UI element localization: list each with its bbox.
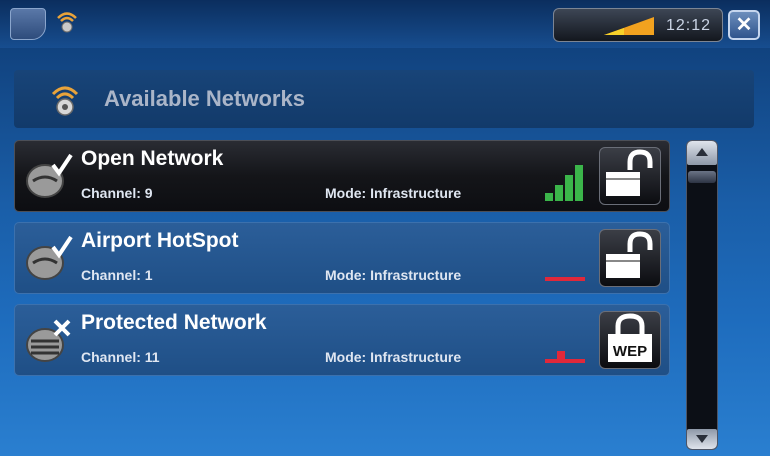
- wifi-icon: [50, 84, 80, 123]
- wep-lock-icon[interactable]: WEP: [599, 311, 661, 369]
- app-menu-button[interactable]: [10, 8, 46, 40]
- network-channel: Channel: 1: [81, 267, 153, 283]
- top-bar: 12:12 ✕: [0, 0, 770, 48]
- network-row-airport-hotspot[interactable]: Airport HotSpot Channel: 1 Mode: Infrast…: [14, 222, 670, 294]
- network-row-protected-network[interactable]: Protected Network Channel: 11 Mode: Infr…: [14, 304, 670, 376]
- close-icon: ✕: [735, 14, 753, 36]
- signal-strength-icon: [543, 161, 589, 206]
- network-name: Open Network: [81, 147, 224, 170]
- wifi-network-icon: [23, 315, 75, 370]
- close-button[interactable]: ✕: [728, 10, 760, 40]
- wifi-network-icon: [23, 233, 75, 288]
- wep-label: WEP: [613, 343, 647, 360]
- network-channel: Channel: 11: [81, 349, 160, 365]
- scroll-down-button[interactable]: [687, 429, 717, 449]
- network-mode: Mode: Infrastructure: [325, 185, 462, 201]
- chevron-up-icon: [696, 148, 708, 156]
- scroll-thumb[interactable]: [688, 171, 716, 183]
- unlocked-icon[interactable]: [599, 229, 661, 287]
- wifi-network-icon: [23, 151, 75, 206]
- status-area: 12:12: [553, 8, 723, 42]
- signal-strength-icon: [543, 325, 589, 370]
- network-mode: Mode: Infrastructure: [325, 349, 462, 365]
- scrollbar[interactable]: [686, 140, 718, 450]
- unlocked-icon[interactable]: [599, 147, 661, 205]
- page-header: Available Networks: [14, 70, 754, 128]
- network-mode: Mode: Infrastructure: [325, 267, 462, 283]
- wifi-icon: [56, 10, 78, 41]
- page-title: Available Networks: [104, 86, 305, 111]
- signal-strength-icon: [543, 243, 589, 288]
- chevron-down-icon: [696, 435, 708, 443]
- scroll-up-button[interactable]: [687, 141, 717, 165]
- network-name: Protected Network: [81, 311, 267, 334]
- signal-strength-icon: [604, 15, 660, 42]
- network-name: Airport HotSpot: [81, 229, 239, 252]
- clock: 12:12: [666, 17, 712, 34]
- network-row-open-network[interactable]: Open Network Channel: 9 Mode: Infrastruc…: [14, 140, 670, 212]
- network-channel: Channel: 9: [81, 185, 153, 201]
